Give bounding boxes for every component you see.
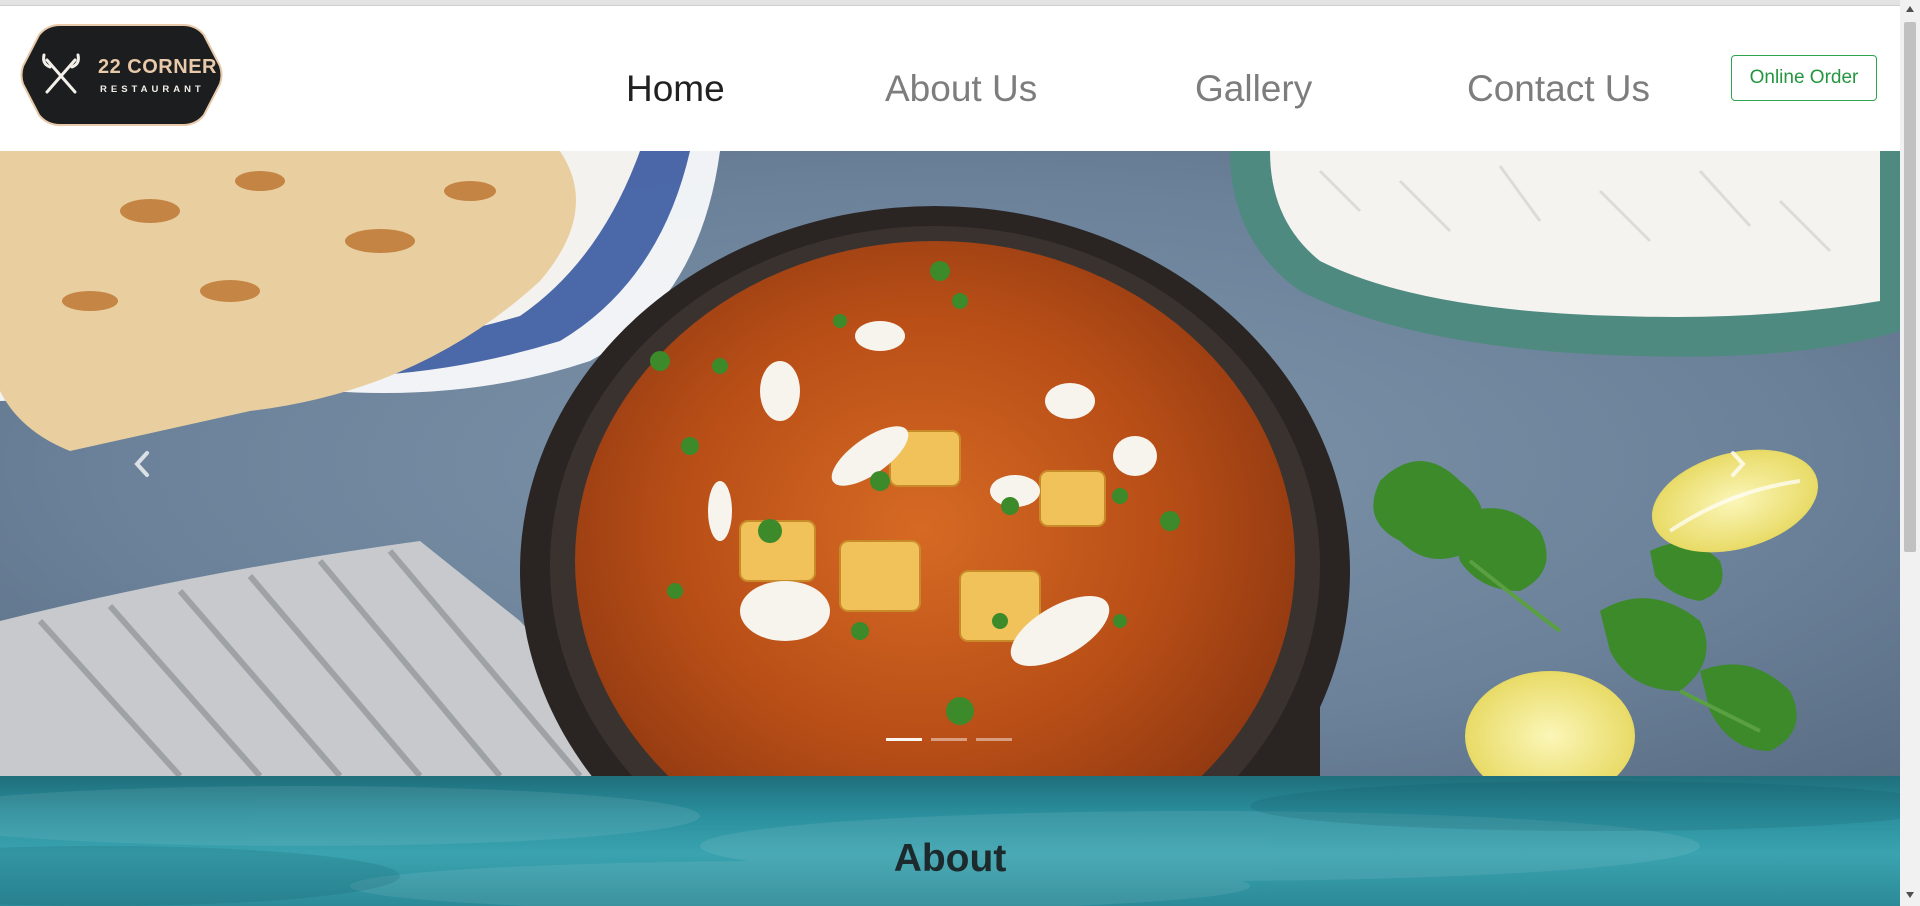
carousel-indicators (886, 738, 1012, 741)
navbar: 22 CORNER RESTAURANT Home About Us Galle… (0, 6, 1900, 151)
scrollbar-thumb[interactable] (1904, 22, 1916, 552)
carousel-indicator-1[interactable] (886, 738, 922, 741)
carousel-next-control[interactable] (1718, 444, 1758, 484)
chevron-left-icon (134, 451, 149, 477)
logo-subtitle: RESTAURANT (100, 84, 205, 95)
nav-link-gallery[interactable]: Gallery (1195, 68, 1312, 110)
about-section: About (0, 776, 1900, 906)
page-scrollbar[interactable] (1900, 0, 1920, 906)
nav-link-about-us[interactable]: About Us (885, 68, 1037, 110)
hero-food-image (0, 151, 1900, 776)
hero-carousel (0, 151, 1900, 776)
logo-title: 22 CORNER (98, 56, 217, 78)
nav-link-contact-us[interactable]: Contact Us (1467, 68, 1650, 110)
carousel-prev-control[interactable] (122, 444, 162, 484)
carousel-indicator-2[interactable] (931, 738, 967, 741)
scroll-down-arrow-icon[interactable] (1905, 890, 1915, 900)
online-order-button[interactable]: Online Order (1731, 55, 1877, 101)
scroll-up-arrow-icon[interactable] (1905, 4, 1915, 14)
chevron-right-icon (1731, 451, 1746, 477)
about-heading: About (893, 837, 1007, 880)
restaurant-logo[interactable]: 22 CORNER RESTAURANT (20, 22, 223, 128)
nav-link-home[interactable]: Home (626, 68, 725, 110)
carousel-indicator-3[interactable] (976, 738, 1012, 741)
